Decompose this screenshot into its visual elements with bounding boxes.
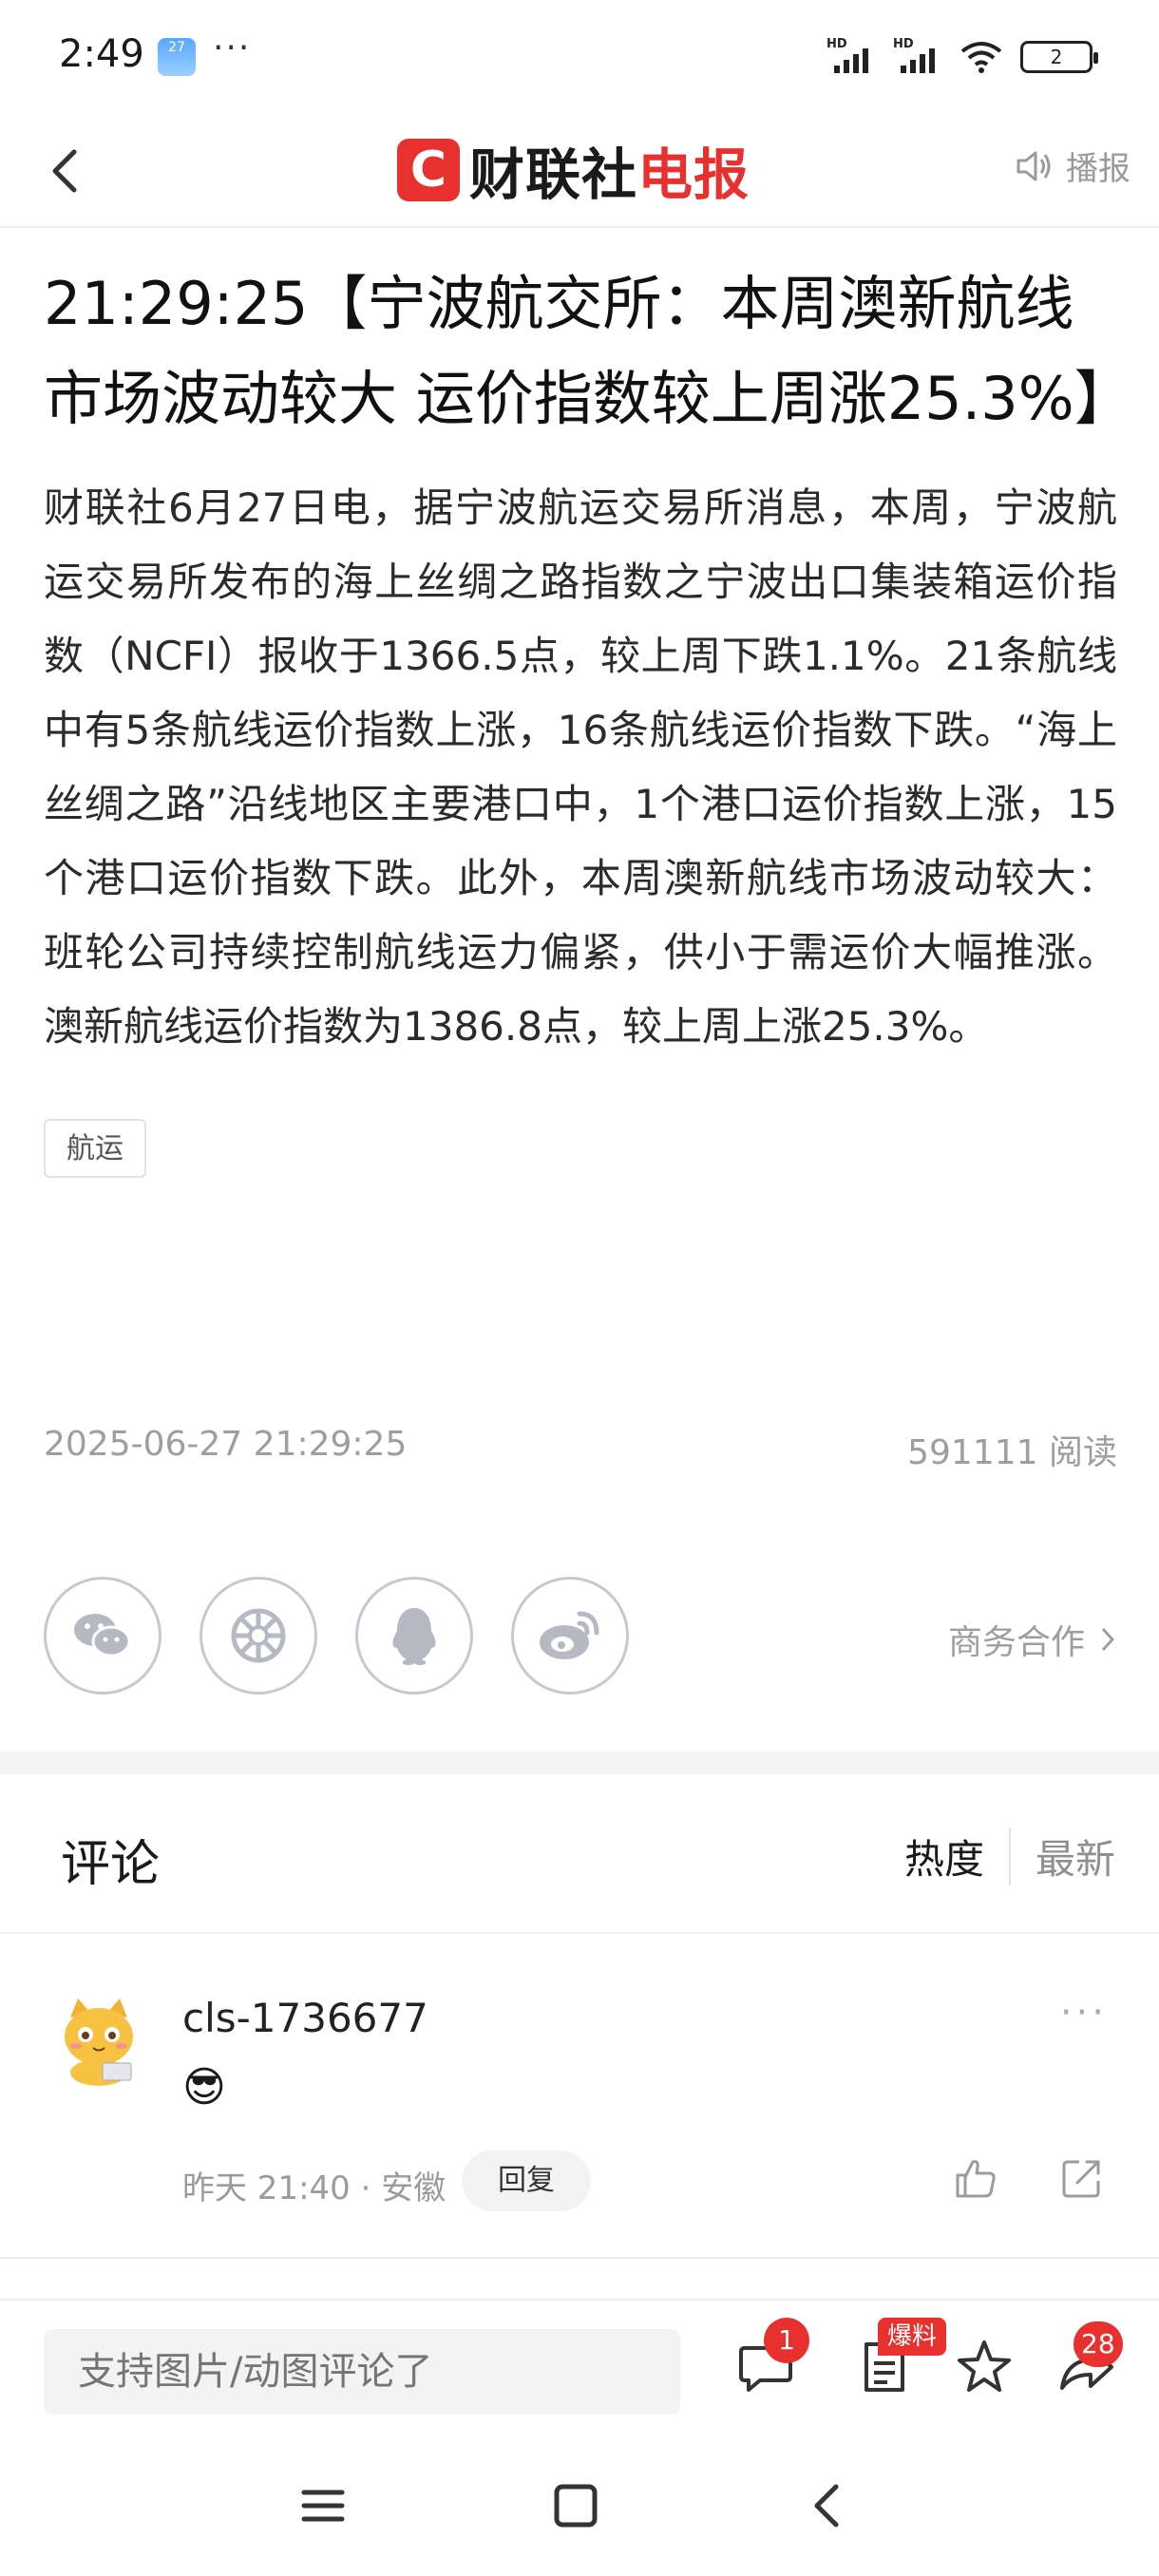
star-icon[interactable] [954,2337,1015,2397]
broadcast-button[interactable]: 播报 [1013,142,1130,189]
share-count-badge: 28 [1074,2321,1123,2367]
topic-tag[interactable]: 航运 [44,1119,146,1178]
signal-icon: HD [893,37,942,73]
app-logo: C 财联社电报 [397,129,750,211]
reply-button[interactable]: 回复 [462,2150,591,2211]
section-divider [0,1752,1159,1774]
wechat-icon [74,1614,131,1657]
share-row: 商务合作 [44,1577,1117,1695]
comment-input[interactable] [44,2329,680,2415]
thumbs-up-icon[interactable] [952,2154,999,2202]
logo-text-red: 电报 [637,142,750,207]
comment-content: 😎 [182,2063,226,2112]
baoliao-badge: 爆料 [878,2318,947,2356]
read-count: 591111 阅读 [907,1433,1117,1472]
signal-hd-label: HD [826,37,847,51]
article: 21:29:25【宁波航交所：本周澳新航线市场波动较大 运价指数较上周涨25.3… [44,256,1133,1178]
article-body: 财联社6月27日电，据宁波航运交易所消息，本周，宁波航运交易所发布的海上丝绸之路… [44,484,1117,1050]
home-icon[interactable] [547,2477,604,2534]
avatar[interactable] [49,1989,148,2088]
comment-item: cls-1736677 ··· 😎 昨天 21:40 · 安徽 回复 [0,1934,1159,2257]
business-cooperation-link[interactable]: 商务合作 [948,1615,1117,1664]
comment-username[interactable]: cls-1736677 [182,1995,428,2041]
moments-icon [231,1608,286,1663]
share-wechat-button[interactable] [44,1577,162,1695]
more-options-icon[interactable]: ··· [1060,1991,1108,2035]
weibo-icon [540,1611,599,1659]
comment-count-badge: 1 [764,2318,809,2363]
broadcast-label: 播报 [1066,150,1130,188]
chevron-right-icon [1101,1627,1115,1652]
sort-hot-tab[interactable]: 热度 [904,1828,1011,1885]
comment-meta: 昨天 21:40 · 安徽 [182,2169,446,2207]
back-icon[interactable] [800,2477,857,2534]
bottom-action-bar: 1 爆料 28 [0,2299,1159,2439]
weather-icon: 27 [158,38,196,76]
sort-new-tab[interactable]: 最新 [1011,1828,1115,1885]
logo-text-black: 财联社 [469,142,638,207]
share-qq-button[interactable] [355,1577,473,1695]
publish-datetime: 2025-06-27 21:29:25 [44,1425,408,1464]
system-nav-bar [0,2439,1159,2576]
article-meta: 2025-06-27 21:29:25 591111 阅读 [44,1425,1117,1474]
status-indicators: HD HD 2 [826,36,1098,78]
share-weibo-button[interactable] [511,1577,629,1695]
back-arrow-icon[interactable] [38,137,95,205]
status-time: 2:49 [59,32,144,76]
status-more-icon: ··· [213,28,252,67]
business-label: 商务合作 [947,1623,1085,1662]
battery-icon: 2 [1020,41,1098,73]
comments-title: 评论 [61,1836,161,1893]
comments-header: 评论 热度 最新 [0,1774,1159,1934]
comment-sort: 热度 最新 [904,1828,1115,1885]
share-icon[interactable] [1058,2154,1106,2202]
share-moments-button[interactable] [200,1577,317,1695]
menu-icon[interactable] [294,2477,352,2534]
logo-text: 财联社电报 [469,130,750,210]
divider [0,2257,1159,2259]
qq-icon [392,1608,436,1665]
status-bar: 2:49 27 ··· HD HD 2 [0,0,1159,114]
wifi-icon [960,42,1002,73]
signal-icon: HD [826,37,876,73]
speaker-icon [1016,151,1051,180]
logo-mark: C [397,139,460,201]
article-title: 21:29:25【宁波航交所：本周澳新航线市场波动较大 运价指数较上周涨25.3… [44,269,1133,433]
app-header: C 财联社电报 播报 [0,114,1159,228]
signal-hd-label: HD [893,37,914,51]
